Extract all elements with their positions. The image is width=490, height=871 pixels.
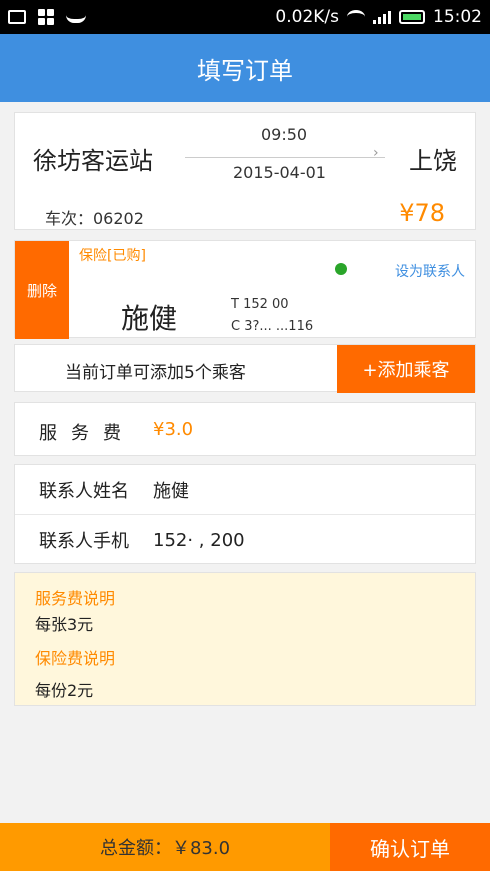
delete-passenger-button[interactable]: 删除 bbox=[15, 241, 69, 339]
insurance-note-title: 保险费说明 bbox=[35, 649, 116, 668]
contact-name-row[interactable]: 联系人姓名 施健 bbox=[15, 465, 475, 515]
passenger-name: 施健 bbox=[121, 302, 178, 335]
departure-station: 徐坊客运站 bbox=[33, 147, 153, 175]
insurance-note-text: 每份2元 bbox=[35, 681, 94, 700]
page-title: 填写订单 bbox=[197, 56, 293, 85]
insurance-status: 保险[已购] bbox=[79, 248, 146, 264]
ticket-price: ¥78 bbox=[399, 199, 445, 227]
add-passenger-row: 当前订单可添加5个乘客 +添加乘客 bbox=[14, 344, 476, 393]
set-contact-button[interactable]: 设为联系人 bbox=[395, 261, 465, 281]
fee-notes: 服务费说明 每张3元 保险费说明 每份2元 bbox=[14, 572, 476, 706]
contact-phone-field[interactable]: 152· , 200 bbox=[153, 530, 245, 551]
total-amount: 总金额：￥83.0 bbox=[0, 823, 330, 871]
service-fee-note-text: 每张3元 bbox=[35, 615, 94, 634]
boat-icon bbox=[66, 11, 86, 23]
contact-phone-label: 联系人手机 bbox=[39, 531, 129, 552]
battery-icon bbox=[399, 10, 425, 24]
service-fee-row: 服务费 ¥3.0 bbox=[14, 402, 476, 456]
contact-name-field[interactable]: 施健 bbox=[153, 477, 189, 503]
service-fee-value: ¥3.0 bbox=[153, 419, 194, 440]
contact-card: 联系人姓名 施健 联系人手机 152· , 200 bbox=[14, 464, 476, 564]
route-line bbox=[185, 157, 385, 158]
contact-phone-row[interactable]: 联系人手机 152· , 200 bbox=[15, 515, 475, 565]
passenger-phone: T 152 00 bbox=[231, 297, 289, 312]
signal-icon bbox=[373, 10, 391, 24]
screenshot-icon bbox=[8, 10, 26, 24]
trip-card: 徐坊客运站 09:50 › 2015-04-01 上饶 车次：06202 ¥78 bbox=[14, 112, 476, 230]
add-passenger-button[interactable]: +添加乘客 bbox=[337, 345, 475, 393]
service-fee-label: 服务费 bbox=[39, 423, 135, 444]
contact-indicator-icon bbox=[335, 263, 347, 275]
passenger-id: C 3?... ...116 bbox=[231, 319, 314, 334]
clock: 15:02 bbox=[433, 7, 482, 27]
network-speed: 0.02K/s bbox=[275, 7, 339, 27]
bottom-bar: 总金额：￥83.0 确认订单 bbox=[0, 823, 490, 871]
title-bar: 填写订单 bbox=[0, 34, 490, 102]
service-fee-note-title: 服务费说明 bbox=[35, 589, 116, 608]
confirm-order-button[interactable]: 确认订单 bbox=[330, 823, 490, 871]
arrival-station: 上饶 bbox=[409, 147, 457, 175]
passenger-card: 删除 保险[已购] 设为联系人 施健 T 152 00 C 3?... ...1… bbox=[14, 240, 476, 339]
route-arrow-icon: › bbox=[373, 145, 379, 161]
departure-date: 2015-04-01 bbox=[233, 163, 326, 182]
contact-name-label: 联系人姓名 bbox=[39, 480, 129, 502]
departure-time: 09:50 bbox=[261, 125, 308, 144]
app-grid-icon bbox=[38, 9, 54, 25]
status-bar: 0.02K/s 15:02 bbox=[0, 0, 490, 34]
wifi-icon bbox=[347, 10, 365, 24]
add-passenger-hint: 当前订单可添加5个乘客 bbox=[65, 363, 246, 383]
train-number: 车次：06202 bbox=[45, 209, 144, 228]
